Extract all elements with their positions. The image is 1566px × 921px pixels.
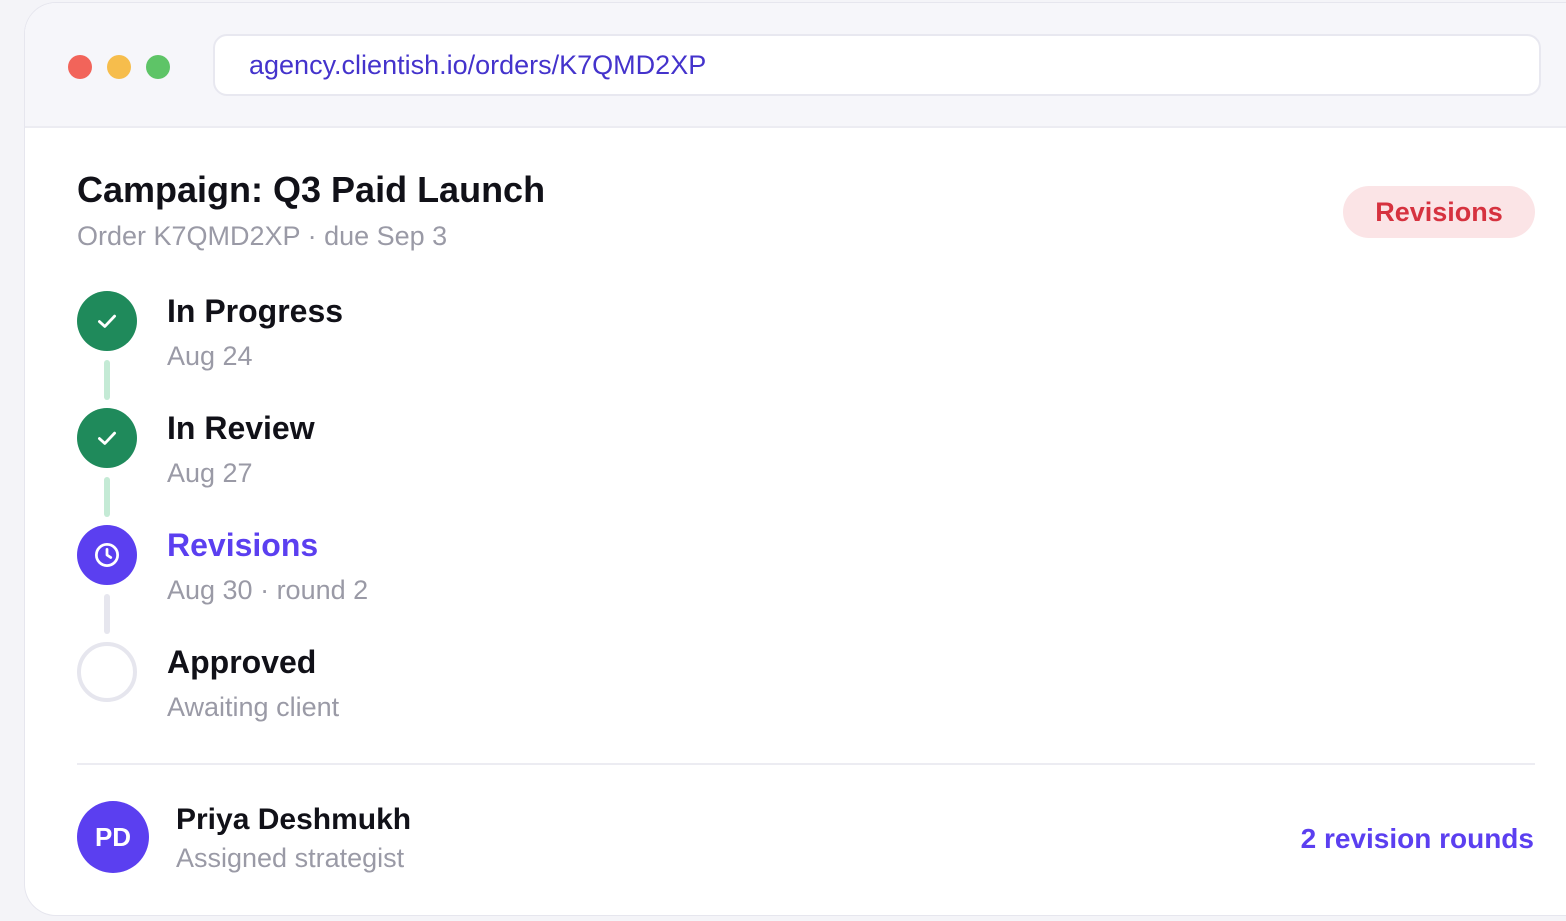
step-revisions-indicator: [77, 525, 137, 585]
step-revisions-date: Aug 30 · round 2: [167, 575, 369, 605]
avatar: PD: [77, 801, 149, 873]
address-bar[interactable]: agency.clientish.io/orders/K7QMD2XP: [213, 34, 1541, 96]
step-approved-status: Awaiting client: [167, 692, 340, 722]
step-in-progress-label: In Progress: [167, 293, 344, 329]
step-connector: [104, 360, 110, 400]
step-in-progress-date: Aug 24: [167, 341, 253, 371]
step-in-review-label: In Review: [167, 410, 315, 446]
minimize-window-button[interactable]: [107, 55, 131, 79]
browser-window: agency.clientish.io/orders/K7QMD2XP Camp…: [24, 2, 1566, 916]
clock-icon: [95, 543, 119, 567]
order-subtitle: Order K7QMD2XP · due Sep 3: [77, 221, 448, 251]
revision-rounds-link[interactable]: 2 revision rounds: [1301, 823, 1534, 855]
step-approved-indicator: [77, 642, 137, 702]
step-connector: [104, 477, 110, 517]
assignee-role: Assigned strategist: [176, 843, 405, 873]
assignee-name: Priya Deshmukh: [176, 803, 412, 836]
maximize-window-button[interactable]: [146, 55, 170, 79]
status-badge: Revisions: [1343, 186, 1535, 238]
step-approved-label: Approved: [167, 644, 317, 680]
check-icon: [98, 431, 116, 445]
step-connector: [104, 594, 110, 634]
step-revisions-label: Revisions: [167, 527, 319, 563]
step-in-review-date: Aug 27: [167, 458, 253, 488]
step-in-progress-indicator: [77, 291, 137, 351]
check-icon: [98, 314, 116, 328]
page-title: Campaign: Q3 Paid Launch: [77, 169, 546, 210]
section-divider: [77, 763, 1535, 765]
step-in-review-indicator: [77, 408, 137, 468]
browser-titlebar: agency.clientish.io/orders/K7QMD2XP: [25, 3, 1566, 128]
close-window-button[interactable]: [68, 55, 92, 79]
